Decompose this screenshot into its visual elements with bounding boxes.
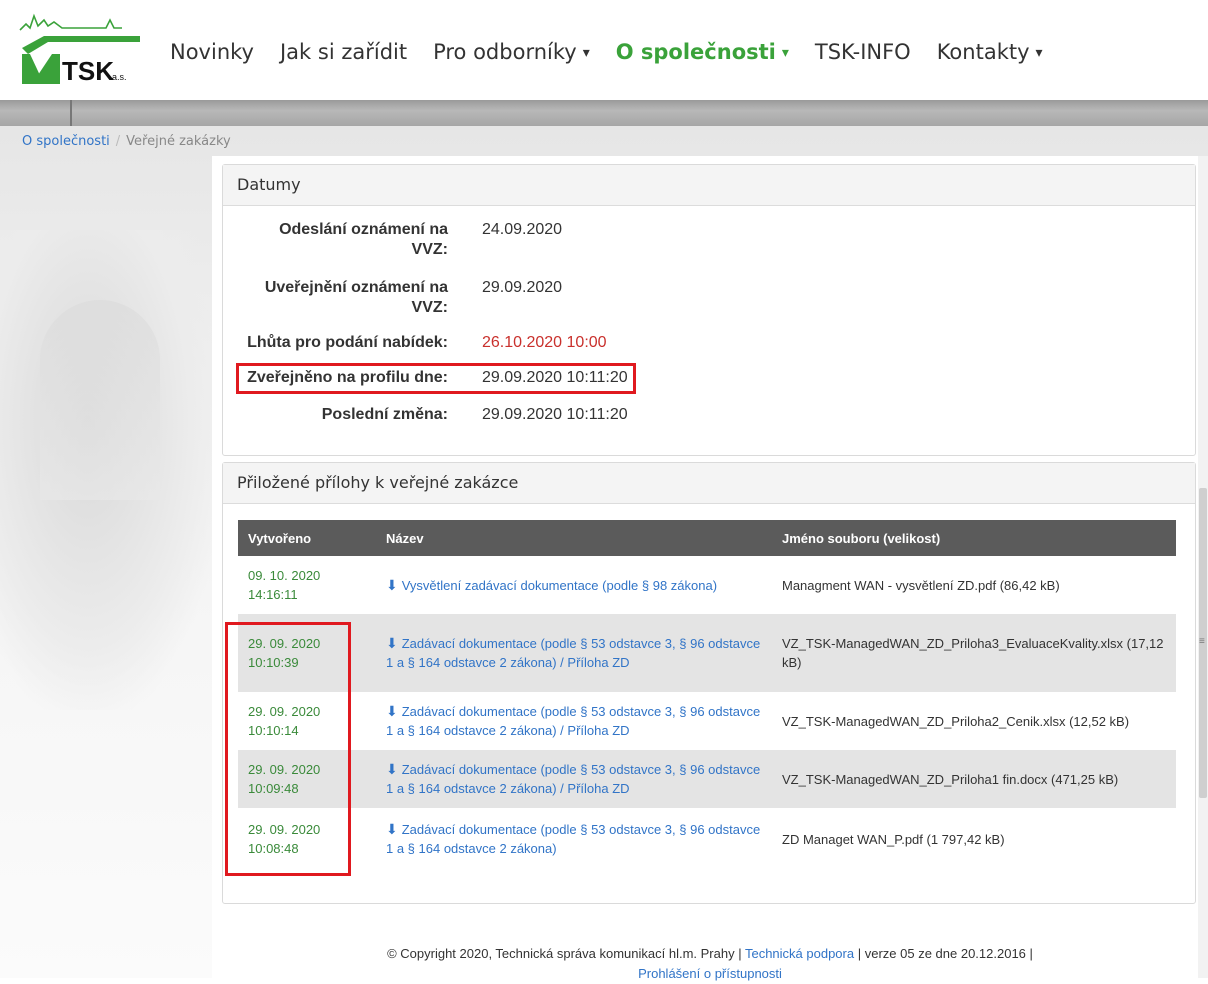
date-value-last-change: 29.09.2020 10:11:20 (482, 406, 628, 423)
date-value-deadline: 26.10.2020 10:00 (482, 334, 607, 351)
date-value-sent: 24.09.2020 (482, 221, 563, 238)
row-file-name: VZ_TSK-ManagedWAN_ZD_Priloha1 fin.docx (… (772, 750, 1176, 808)
footer-copyright: © Copyright 2020, Technická správa komun… (387, 946, 742, 961)
column-header-name[interactable]: Název (376, 520, 772, 556)
footer-version: | verze 05 ze dne 20.12.2016 | (857, 946, 1033, 961)
column-header-created[interactable]: Vytvořeno (238, 520, 376, 556)
main-nav: Novinky Jak si zařídit Pro odborníky ▾ O … (170, 40, 1069, 64)
table-row: 29. 09. 2020 10:08:48 ⬇ Zadávací dokumenta… (238, 808, 1176, 870)
download-icon: ⬇ (386, 576, 398, 593)
chevron-down-icon: ▾ (1035, 45, 1043, 61)
banner-decoration (70, 100, 72, 126)
background-building (40, 300, 160, 500)
breadcrumb: O společnosti / Veřejné zakázky (22, 134, 231, 149)
attachment-link[interactable]: ⬇ Zadávací dokumentace (podle § 53 odstav… (376, 750, 772, 808)
download-icon: ⬇ (386, 703, 398, 719)
download-icon: ⬇ (386, 761, 398, 777)
highlight-box-profile-date (236, 363, 636, 394)
attachment-link[interactable]: ⬇ Zadávací dokumentace (podle § 53 odstav… (376, 808, 772, 870)
nav-item-pro-odborniky[interactable]: Pro odborníky ▾ (433, 40, 590, 64)
row-file-name: Managment WAN - vysvětlení ZD.pdf (86,42… (772, 556, 1176, 614)
download-icon: ⬇ (386, 635, 398, 651)
highlight-box-created-dates (225, 622, 351, 876)
row-file-name: ZD Managet WAN_P.pdf (1 797,42 kB) (772, 808, 1176, 870)
attachment-link[interactable]: ⬇ Zadávací dokumentace (podle § 53 odstav… (376, 692, 772, 750)
attachment-link[interactable]: ⬇ Zadávací dokumentace (podle § 53 odstav… (376, 614, 772, 692)
table-row: 29. 09. 2020 10:09:48 ⬇ Zadávací dokumenta… (238, 750, 1176, 808)
nav-item-jak-si-zaridit[interactable]: Jak si zařídit (280, 40, 407, 64)
breadcrumb-separator: / (115, 134, 121, 149)
footer-accessibility-link[interactable]: Prohlášení o přístupnosti (638, 966, 782, 981)
svg-text:TSK: TSK (62, 56, 114, 86)
nav-item-novinky[interactable]: Novinky (170, 40, 254, 64)
attachments-table: Vytvořeno Název Jméno souboru (velikost)… (238, 520, 1176, 870)
download-icon: ⬇ (386, 821, 398, 837)
table-row: 09. 10. 2020 14:16:11 ⬇ Vysvětlení zadávac… (238, 556, 1176, 614)
chevron-down-icon: ▾ (781, 45, 789, 61)
nav-item-tsk-info[interactable]: TSK-INFO (815, 40, 911, 64)
svg-text:a.s.: a.s. (112, 72, 127, 82)
site-footer: © Copyright 2020, Technická správa komun… (330, 944, 1090, 984)
date-label-sent: Odeslání oznámení na VVZ: (279, 221, 448, 258)
date-value-published: 29.09.2020 (482, 279, 563, 296)
breadcrumb-link[interactable]: O společnosti (22, 134, 110, 149)
chevron-down-icon: ▾ (582, 45, 590, 61)
site-header: TSK a.s. Novinky Jak si zařídit Pro odbo… (0, 0, 1208, 100)
nav-item-o-spolecnosti[interactable]: O společnosti ▾ (616, 40, 789, 64)
date-label-deadline: Lhůta pro podání nabídek: (247, 334, 448, 351)
breadcrumb-current: Veřejné zakázky (126, 134, 231, 149)
table-header-row: Vytvořeno Název Jméno souboru (velikost) (238, 520, 1176, 556)
attachment-link[interactable]: ⬇ Vysvětlení zadávací dokumentace (podle … (376, 556, 772, 614)
footer-support-link[interactable]: Technická podpora (745, 946, 854, 961)
row-file-name: VZ_TSK-ManagedWAN_ZD_Priloha2_Cenik.xlsx… (772, 692, 1176, 750)
row-created-date: 09. 10. 2020 14:16:11 (238, 556, 376, 614)
row-file-name: VZ_TSK-ManagedWAN_ZD_Priloha3_EvaluaceKv… (772, 614, 1176, 692)
nav-item-kontakty[interactable]: Kontakty ▾ (937, 40, 1043, 64)
tsk-logo[interactable]: TSK a.s. (18, 12, 140, 90)
date-label-published: Uveřejnění oznámení na VVZ: (264, 279, 448, 316)
table-row: 29. 09. 2020 10:10:39 ⬇ Zadávací dokumenta… (238, 614, 1176, 692)
attachments-panel-title: Přiložené přílohy k veřejné zakázce (223, 463, 1195, 504)
dates-panel-title: Datumy (223, 165, 1195, 206)
date-label-last-change: Poslední změna: (321, 406, 448, 423)
scrollbar-grip-icon: ≡ (1199, 636, 1205, 647)
column-header-file[interactable]: Jméno souboru (velikost) (772, 520, 1176, 556)
header-banner (0, 100, 1208, 126)
table-row: 29. 09. 2020 10:10:14 ⬇ Zadávací dokumenta… (238, 692, 1176, 750)
